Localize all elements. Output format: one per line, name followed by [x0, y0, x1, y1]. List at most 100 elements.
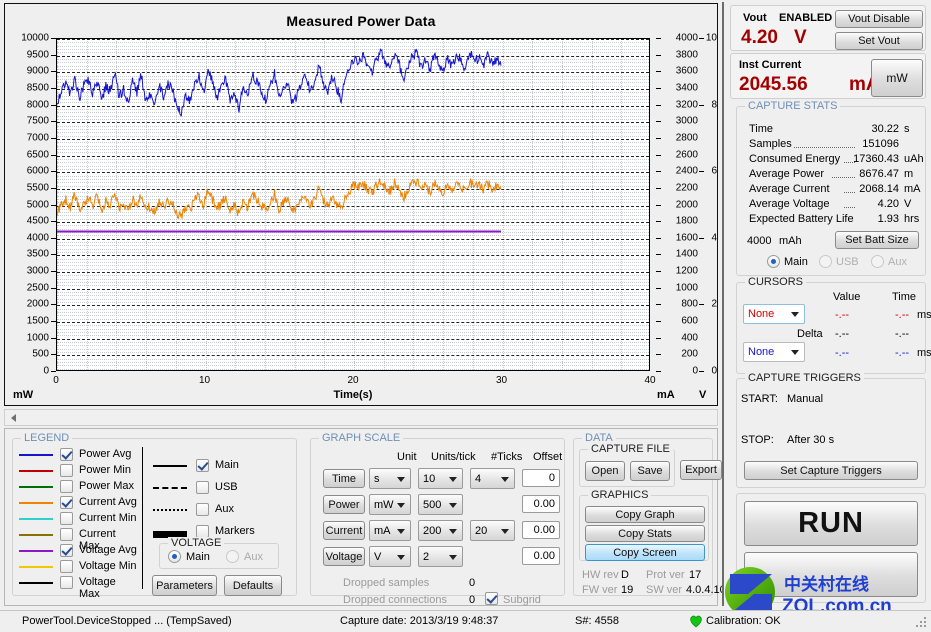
inst-current-panel: Inst Current 2045.56 mA mW	[730, 53, 926, 99]
legend-checkbox[interactable]	[60, 576, 73, 589]
axis-tick-mark	[699, 38, 704, 39]
voltage-option[interactable]: Main	[168, 550, 210, 563]
graphics-group: GRAPHICS Copy Graph Copy Stats Copy Scre…	[579, 489, 709, 561]
trigger-stop-label: STOP:	[741, 434, 774, 446]
scale-axis-power-button[interactable]: Power	[323, 495, 365, 514]
legend-checkbox[interactable]	[60, 496, 73, 509]
legend-item-label: Power Avg	[79, 448, 132, 460]
scale-offset-input-power[interactable]: 0.00	[522, 495, 560, 513]
prot-ver-label: Prot ver	[646, 569, 685, 581]
legend-item[interactable]: Power Avg	[19, 447, 139, 462]
copy-stats-button[interactable]: Copy Stats	[585, 525, 705, 542]
capture-source-radio[interactable]	[767, 255, 780, 268]
chevron-down-icon	[501, 476, 509, 482]
legend-item-label: Power Max	[79, 480, 135, 492]
scale-axis-voltage-button[interactable]: Voltage	[323, 547, 365, 566]
channel-checkbox[interactable]	[196, 503, 209, 516]
secondary-run-area[interactable]	[744, 552, 918, 597]
legend-checkbox[interactable]	[60, 464, 73, 477]
set-batt-size-button[interactable]: Set Batt Size	[835, 231, 919, 249]
axis-tick-mark	[699, 371, 704, 372]
legend-item[interactable]: Current Max	[19, 527, 139, 552]
legend-item[interactable]: Power Min	[19, 463, 139, 478]
capture-stat-label: Consumed Energy	[749, 153, 841, 165]
scale-unit-select-time[interactable]: s	[369, 468, 411, 489]
capture-stat-row: Average Power 8676.47 m	[737, 168, 925, 182]
scale-offset-input-current[interactable]: 0.00	[522, 521, 560, 539]
axis-tick-mark	[699, 304, 704, 306]
scale-axis-time-button[interactable]: Time	[323, 469, 365, 488]
legend-checkbox[interactable]	[60, 544, 73, 557]
channel-label: Main	[215, 459, 239, 471]
axis-tick-label: 3400	[675, 82, 698, 94]
legend-channel-item[interactable]: Main	[153, 458, 283, 474]
scale-units-per-tick-select-time[interactable]: 10	[418, 468, 463, 489]
scale-unit-select-current[interactable]: mA	[369, 520, 411, 541]
resize-grip[interactable]	[916, 617, 928, 629]
export-button[interactable]: Export	[680, 460, 722, 480]
copy-graph-button[interactable]: Copy Graph	[585, 506, 705, 523]
parameters-button[interactable]: Parameters	[152, 575, 217, 596]
axis-tick-label: 400	[681, 332, 698, 344]
scale-ticks-select-time[interactable]: 4	[470, 468, 515, 489]
legend-checkbox[interactable]	[60, 480, 73, 493]
capture-source-option[interactable]: Main	[767, 255, 808, 268]
legend-item[interactable]: Voltage Min	[19, 559, 139, 574]
channel-label: Markers	[215, 525, 255, 537]
scale-unit-select-voltage[interactable]: V	[369, 546, 411, 567]
scale-offset-input-voltage[interactable]: 0.00	[522, 547, 560, 565]
scroll-left-icon[interactable]	[11, 413, 16, 422]
legend-item-label: Current Avg	[79, 496, 137, 508]
legend-channel-item[interactable]: Aux	[153, 502, 283, 518]
legend-item[interactable]: Voltage Avg	[19, 543, 139, 558]
copy-screen-button[interactable]: Copy Screen	[585, 544, 705, 561]
subgrid-checkbox[interactable]	[485, 592, 498, 605]
scale-unit-select-power[interactable]: mW	[369, 494, 411, 515]
cursor2-select[interactable]: None	[743, 342, 805, 362]
voltage-radio[interactable]	[168, 550, 181, 563]
scale-offset-input-time[interactable]: 0	[522, 469, 560, 487]
cursor1-select[interactable]: None	[743, 304, 805, 324]
vout-disable-button[interactable]: Vout Disable	[835, 10, 923, 28]
scale-units-per-tick-select-voltage[interactable]: 2	[418, 546, 463, 567]
chevron-down-icon	[791, 350, 799, 355]
capture-stat-value: 4.20	[877, 198, 899, 210]
scale-ticks-select-current[interactable]: 20	[470, 520, 515, 541]
run-group: RUN	[736, 493, 926, 603]
open-button[interactable]: Open	[585, 461, 625, 481]
axis-tick-mark	[656, 121, 661, 123]
dropped-samples-label: Dropped samples	[343, 577, 430, 589]
legend-channel-item[interactable]: USB	[153, 480, 283, 496]
legend-checkbox[interactable]	[60, 560, 73, 573]
scale-axis-current-button[interactable]: Current	[323, 521, 365, 540]
channel-checkbox[interactable]	[196, 459, 209, 472]
defaults-button[interactable]: Defaults	[224, 575, 282, 596]
chevron-down-icon	[397, 502, 405, 508]
axis-tick-label: 800	[681, 298, 698, 310]
legend-checkbox[interactable]	[60, 512, 73, 525]
capture-stat-value: 151096	[862, 138, 899, 150]
legend-item[interactable]: Power Max	[19, 479, 139, 494]
legend-checkbox[interactable]	[60, 448, 73, 461]
scale-units-per-tick-select-power[interactable]: 500	[418, 494, 463, 515]
dropped-samples-value: 0	[469, 577, 476, 589]
legend-item[interactable]: Current Avg	[19, 495, 139, 510]
graph-scale-row: Time s 10 4 0	[311, 467, 564, 491]
inst-current-mode-button[interactable]: mW	[871, 59, 923, 97]
set-capture-triggers-button[interactable]: Set Capture Triggers	[744, 461, 918, 480]
channel-checkbox[interactable]	[196, 481, 209, 494]
legend-item-label: Current Min	[79, 512, 137, 524]
set-vout-button[interactable]: Set Vout	[835, 32, 923, 50]
save-button[interactable]: Save	[630, 461, 670, 481]
channel-style-swatch	[153, 465, 187, 467]
scale-units-per-tick-select-current[interactable]: 200	[418, 520, 463, 541]
plot-area[interactable]	[56, 38, 650, 371]
chart-horizontal-scrollbar[interactable]	[4, 409, 718, 426]
legend-checkbox[interactable]	[60, 528, 73, 541]
legend-item[interactable]: Current Min	[19, 511, 139, 526]
axis-tick-label: 5500	[26, 182, 49, 194]
axis-tick-label: 6000	[26, 165, 49, 177]
grip-dot	[920, 621, 922, 623]
run-button[interactable]: RUN	[744, 501, 918, 546]
legend-item[interactable]: Voltage Max	[19, 575, 139, 600]
